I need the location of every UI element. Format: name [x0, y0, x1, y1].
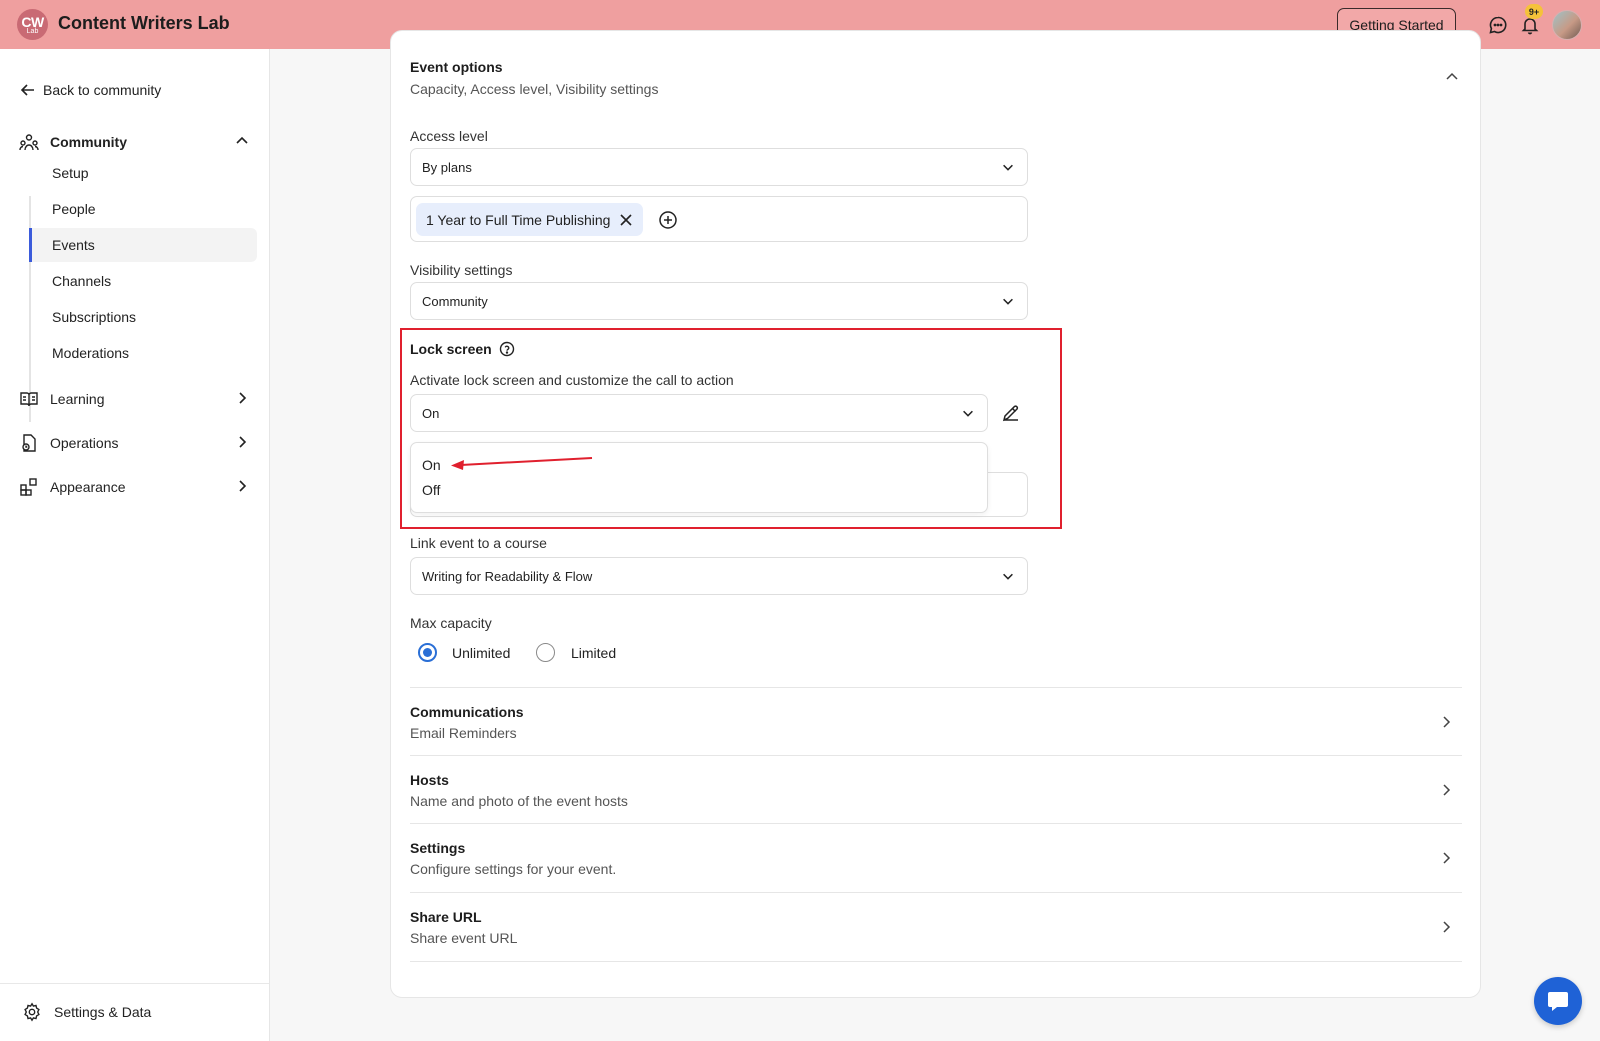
sidebar-footer: Settings & Data — [0, 983, 269, 1041]
sidebar-item-setup[interactable]: Setup — [29, 156, 257, 190]
sidebar-section-learning[interactable]: Learning — [18, 388, 250, 410]
notification-badge: 9+ — [1525, 4, 1543, 19]
event-options-subtitle: Capacity, Access level, Visibility setti… — [410, 81, 659, 97]
gear-icon — [24, 1002, 40, 1022]
close-icon[interactable] — [619, 213, 633, 227]
support-chat-button[interactable] — [1534, 977, 1582, 1025]
sidebar-section-appearance[interactable]: Appearance — [18, 476, 250, 498]
visibility-label: Visibility settings — [410, 262, 513, 278]
access-level-select[interactable]: By plans — [410, 148, 1028, 186]
arrow-left-icon — [20, 84, 34, 96]
chat-bubble-icon[interactable] — [1486, 13, 1510, 37]
add-circle-icon[interactable] — [658, 210, 678, 235]
plans-tag-input[interactable]: 1 Year to Full Time Publishing — [410, 196, 1028, 242]
chevron-up-icon[interactable] — [1444, 69, 1460, 90]
chevron-right-icon — [1438, 714, 1454, 735]
community-icon — [18, 131, 40, 153]
book-icon — [18, 388, 40, 410]
chevron-down-icon — [1001, 160, 1015, 177]
section-share-url[interactable]: Share URL Share event URL — [410, 892, 1462, 960]
section-hosts[interactable]: Hosts Name and photo of the event hosts — [410, 755, 1462, 823]
operations-icon — [18, 432, 40, 454]
sidebar-item-moderations[interactable]: Moderations — [29, 336, 257, 370]
plan-tag: 1 Year to Full Time Publishing — [416, 203, 644, 236]
radio-unlimited[interactable] — [418, 643, 437, 662]
radio-unlimited-label: Unlimited — [452, 645, 511, 661]
chevron-right-icon — [234, 478, 250, 497]
chevron-down-icon — [1001, 294, 1015, 311]
sidebar-section-operations[interactable]: Operations — [18, 432, 250, 454]
link-course-label: Link event to a course — [410, 535, 547, 551]
back-to-community-link[interactable]: Back to community — [20, 82, 161, 98]
max-capacity-label: Max capacity — [410, 615, 492, 631]
sidebar-item-people[interactable]: People — [29, 192, 257, 226]
sidebar-item-subscriptions[interactable]: Subscriptions — [29, 300, 257, 334]
link-course-select[interactable]: Writing for Readability & Flow — [410, 557, 1028, 595]
chevron-right-icon — [234, 434, 250, 453]
divider — [410, 961, 1462, 962]
sidebar-item-events[interactable]: Events — [29, 228, 257, 262]
sidebar: Back to community Community Setup People… — [0, 49, 270, 1041]
section-settings[interactable]: Settings Configure settings for your eve… — [410, 823, 1462, 891]
radio-limited[interactable] — [536, 643, 555, 662]
app-title: Content Writers Lab — [58, 13, 230, 33]
chevron-right-icon — [1438, 850, 1454, 871]
chevron-right-icon — [1438, 782, 1454, 803]
section-communications[interactable]: Communications Email Reminders — [410, 687, 1462, 755]
chevron-right-icon — [234, 390, 250, 409]
community-logo[interactable]: CW Lab — [17, 9, 48, 40]
sidebar-section-community[interactable]: Community — [18, 131, 250, 153]
settings-data-link[interactable]: Settings & Data — [22, 1002, 151, 1022]
chevron-down-icon — [1001, 569, 1015, 586]
lock-screen-highlight-box — [400, 328, 1062, 529]
user-avatar[interactable] — [1552, 10, 1582, 40]
chat-icon — [1548, 992, 1568, 1011]
access-level-label: Access level — [410, 128, 488, 144]
visibility-select[interactable]: Community — [410, 282, 1028, 320]
appearance-icon — [18, 476, 40, 498]
chevron-right-icon — [1438, 919, 1454, 940]
radio-limited-label: Limited — [571, 645, 617, 661]
sidebar-item-channels[interactable]: Channels — [29, 264, 257, 298]
event-options-title: Event options — [410, 59, 503, 75]
chevron-up-icon[interactable] — [234, 133, 250, 152]
